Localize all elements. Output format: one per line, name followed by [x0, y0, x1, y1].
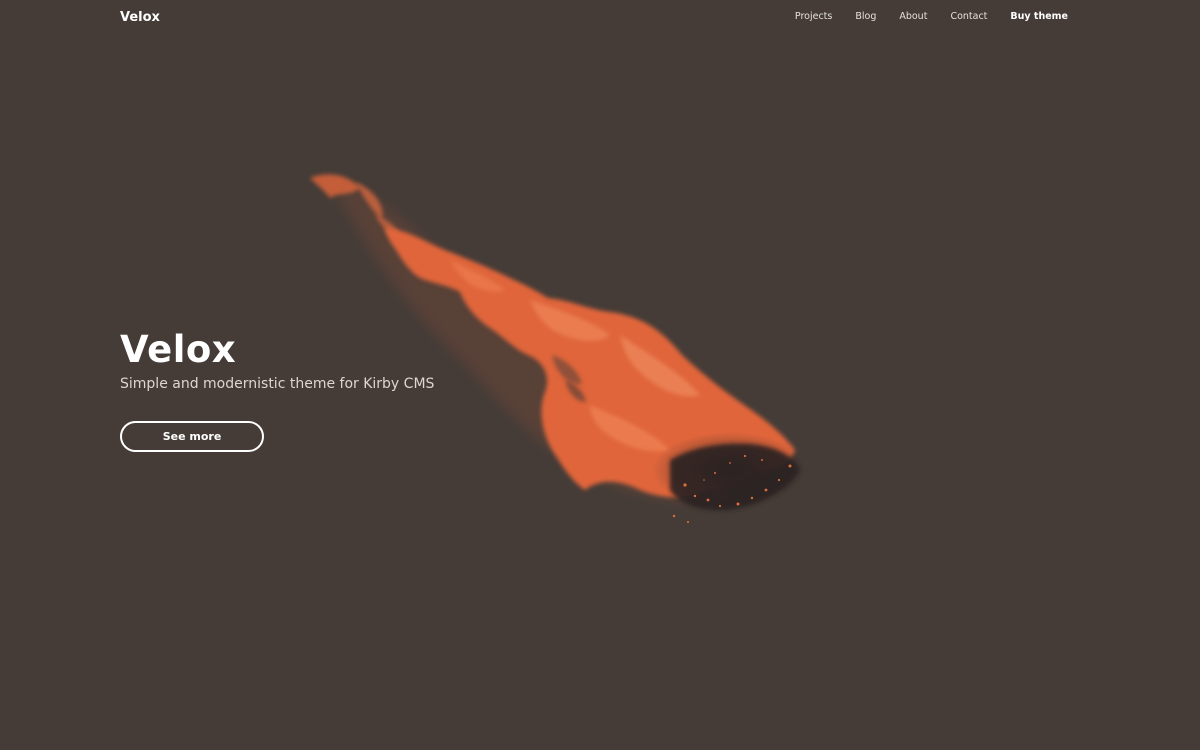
nav-link-projects[interactable]: Projects — [795, 11, 832, 22]
brand-logo-link[interactable]: Velox — [120, 10, 160, 25]
hero-copy: Velox Simple and modernistic theme for K… — [120, 326, 434, 392]
see-more-button[interactable]: See more — [120, 421, 264, 452]
top-navigation-bar: Velox Projects Blog About Contact Buy th… — [0, 0, 1200, 36]
nav-link-contact[interactable]: Contact — [950, 11, 987, 22]
nav-link-blog[interactable]: Blog — [855, 11, 876, 22]
hero-title: Velox — [120, 328, 237, 371]
main-nav: Projects Blog About Contact Buy theme — [772, 11, 1068, 22]
hero-subtitle: Simple and modernistic theme for Kirby C… — [120, 376, 435, 392]
nav-link-buy-theme[interactable]: Buy theme — [1010, 11, 1068, 22]
page: Velox Projects Blog About Contact Buy th… — [0, 0, 1200, 750]
nav-link-about[interactable]: About — [899, 11, 927, 22]
